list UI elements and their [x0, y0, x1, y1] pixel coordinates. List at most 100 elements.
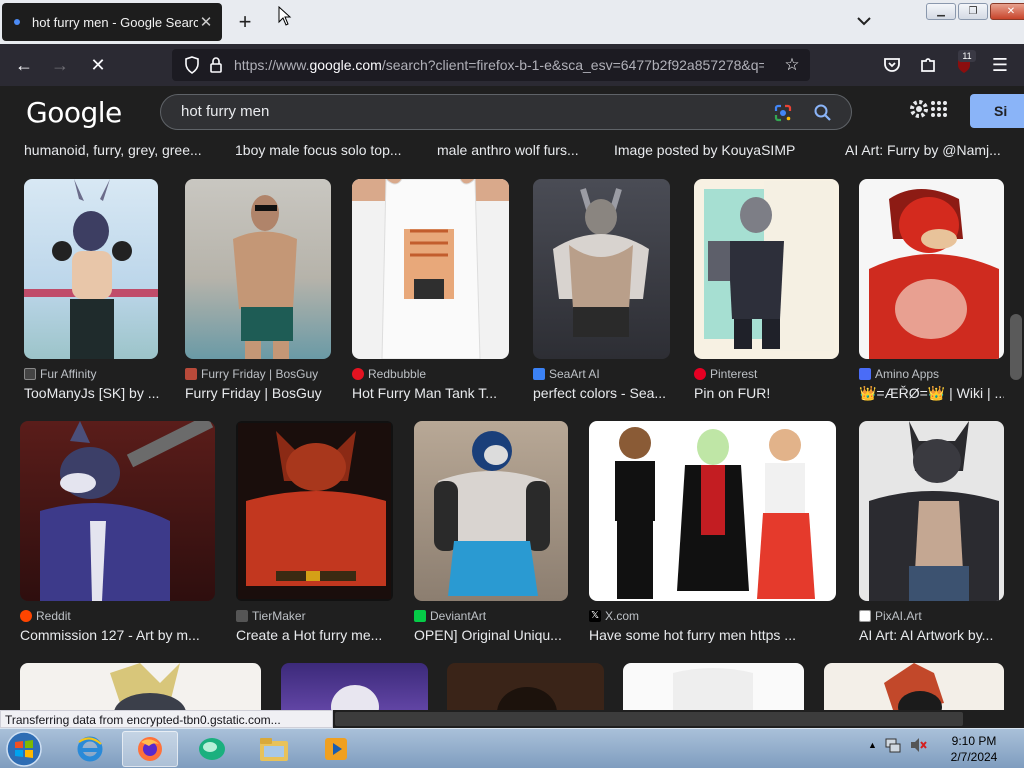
result-title[interactable]: Hot Furry Man Tank T...	[352, 385, 502, 401]
result-thumbnail[interactable]	[20, 663, 261, 710]
result-title[interactable]: 👑=ÆŘØ=👑 | Wiki | ...	[859, 385, 1004, 402]
result-thumbnail[interactable]	[352, 179, 509, 359]
restore-window-button[interactable]: ❐	[958, 3, 988, 20]
redbubble-favicon-icon	[352, 368, 364, 380]
result-title[interactable]: AI Art: AI Artwork by...	[859, 627, 1004, 643]
result-source: SeaArt AI	[533, 367, 600, 381]
result-thumbnail[interactable]	[20, 421, 215, 601]
result-title[interactable]: Image posted by KouyaSIMP	[614, 142, 814, 158]
browser-tab-strip: hot furry men - Google Search ✕ + ▁ ❐ ✕	[0, 0, 1024, 44]
google-lens-icon[interactable]	[773, 103, 793, 123]
result-source: 𝕏 X.com	[589, 609, 640, 623]
google-favicon-icon	[14, 19, 20, 25]
back-arrow-icon[interactable]: ←	[12, 53, 36, 77]
result-title[interactable]: Pin on FUR!	[694, 385, 844, 401]
forward-arrow-icon[interactable]: →	[48, 53, 72, 77]
result-source: Reddit	[20, 609, 71, 623]
pixai-favicon-icon	[859, 610, 871, 622]
result-title[interactable]: Have some hot furry men https ...	[589, 627, 839, 643]
chat-app-taskbar-icon[interactable]	[184, 731, 240, 767]
seaart-favicon-icon	[533, 368, 545, 380]
window-controls: ▁ ❐ ✕	[926, 3, 1024, 20]
result-thumbnail[interactable]	[859, 179, 1004, 359]
search-icon[interactable]	[813, 103, 833, 123]
mouse-cursor-icon	[278, 6, 292, 26]
list-all-tabs-chevron-down-icon[interactable]	[855, 10, 873, 32]
result-title[interactable]: 1boy male focus solo top...	[235, 142, 415, 158]
result-title[interactable]: AI Art: Furry by @Namj...	[845, 142, 1005, 158]
result-thumbnail[interactable]	[236, 421, 393, 601]
result-source: Redbubble	[352, 367, 426, 381]
result-thumbnail[interactable]	[414, 421, 568, 601]
result-title[interactable]: OPEN] Original Uniqu...	[414, 627, 574, 643]
pocket-icon[interactable]	[880, 53, 904, 77]
result-thumbnail[interactable]	[281, 663, 428, 710]
media-player-taskbar-icon[interactable]	[308, 731, 364, 767]
url-bar[interactable]: https://www.google.com/search?client=fir…	[172, 49, 810, 81]
firefox-taskbar-icon[interactable]	[122, 731, 178, 767]
show-hidden-icons-arrow-icon[interactable]: ▲	[868, 740, 877, 750]
tab-title: hot furry men - Google Search	[32, 14, 198, 30]
page-scrollbar[interactable]	[1008, 138, 1024, 710]
windows-start-button-icon[interactable]	[4, 730, 44, 768]
tiermaker-favicon-icon	[236, 610, 248, 622]
browser-tab-active[interactable]: hot furry men - Google Search ✕	[2, 3, 222, 41]
result-thumbnail[interactable]	[24, 179, 158, 359]
url-text: https://www.google.com/search?client=fir…	[234, 57, 764, 73]
result-thumbnail[interactable]	[859, 421, 1004, 601]
result-thumbnail[interactable]	[185, 179, 331, 359]
result-title[interactable]: humanoid, furry, grey, gree...	[24, 142, 209, 158]
result-title[interactable]: male anthro wolf furs...	[437, 142, 597, 158]
google-logo[interactable]: Google	[26, 96, 122, 129]
network-icon[interactable]	[885, 737, 901, 753]
google-apps-grid-icon[interactable]	[930, 100, 948, 118]
sign-in-button[interactable]: Si	[970, 94, 1024, 128]
menu-hamburger-icon[interactable]: ☰	[988, 53, 1012, 77]
page-scrollbar-thumb[interactable]	[1010, 314, 1022, 380]
result-thumbnail[interactable]	[533, 179, 670, 359]
file-explorer-folder-taskbar-icon[interactable]	[246, 731, 302, 767]
result-thumbnail[interactable]	[694, 179, 839, 359]
internet-explorer-taskbar-icon[interactable]	[62, 731, 118, 767]
close-tab-icon[interactable]: ✕	[198, 13, 214, 31]
system-clock[interactable]: 9:10 PM 2/7/2024	[944, 733, 1004, 765]
browser-navigation-bar: ← → ✕ https://www.google.com/search?clie…	[0, 44, 1024, 86]
search-input[interactable]: hot furry men	[181, 103, 269, 120]
stop-loading-icon[interactable]: ✕	[86, 53, 110, 77]
clock-date: 2/7/2024	[950, 750, 998, 764]
result-thumbnail[interactable]	[447, 663, 604, 710]
google-header: Google hot furry men	[0, 86, 1024, 138]
fur-affinity-favicon-icon	[24, 368, 36, 380]
extensions-puzzle-icon[interactable]	[916, 53, 940, 77]
horizontal-scrollbar-thumb[interactable]	[335, 712, 963, 726]
minimize-window-button[interactable]: ▁	[926, 3, 956, 20]
close-window-button[interactable]: ✕	[990, 3, 1024, 20]
windows-taskbar: ▲ 9:10 PM 2/7/2024	[0, 728, 1024, 768]
result-title[interactable]: Furry Friday | BosGuy	[185, 385, 335, 401]
result-thumbnail[interactable]	[824, 663, 1004, 710]
result-title[interactable]: Commission 127 - Art by m...	[20, 627, 215, 643]
result-thumbnail[interactable]	[589, 421, 836, 601]
result-thumbnail[interactable]	[623, 663, 804, 710]
x-favicon-icon: 𝕏	[589, 610, 601, 622]
result-source: Furry Friday | BosGuy	[185, 367, 318, 381]
volume-muted-icon[interactable]	[909, 737, 927, 753]
amino-apps-favicon-icon	[859, 368, 871, 380]
bookmark-star-icon[interactable]: ☆	[780, 53, 804, 77]
result-source: Fur Affinity	[24, 367, 96, 381]
result-source: PixAI.Art	[859, 609, 922, 623]
result-title[interactable]: Create a Hot furry me...	[236, 627, 386, 643]
result-title[interactable]: TooManyJs [SK] by ...	[24, 385, 164, 401]
result-title[interactable]: perfect colors - Sea...	[533, 385, 673, 401]
padlock-icon[interactable]	[204, 53, 228, 77]
search-box[interactable]: hot furry men	[160, 94, 852, 130]
result-source: DeviantArt	[414, 609, 486, 623]
new-tab-button[interactable]: +	[234, 8, 256, 36]
result-source: Amino Apps	[859, 367, 939, 381]
reddit-favicon-icon	[20, 610, 32, 622]
settings-gear-icon[interactable]	[908, 98, 930, 120]
extension-count-badge: 11	[958, 50, 976, 62]
tracking-protection-shield-icon[interactable]	[180, 53, 204, 77]
result-source: TierMaker	[236, 609, 306, 623]
pinterest-favicon-icon	[694, 368, 706, 380]
